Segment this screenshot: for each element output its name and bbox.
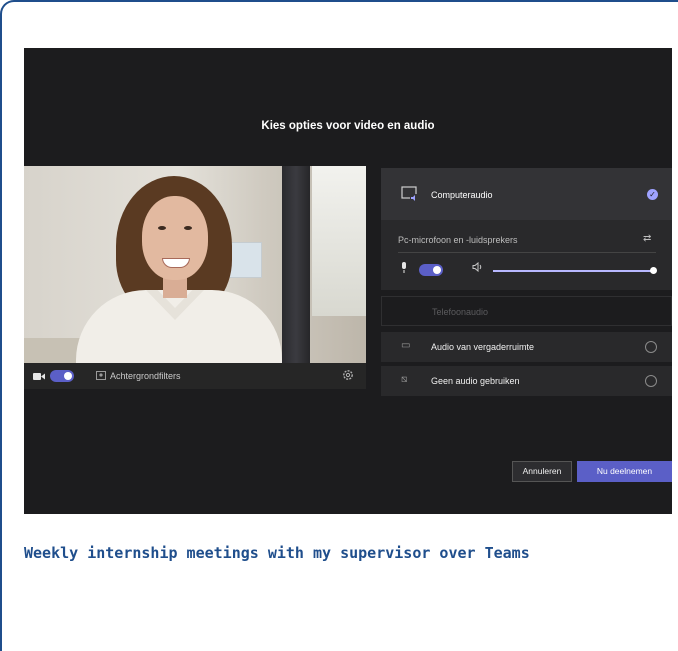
background-filters-button[interactable]: Achtergrondfilters bbox=[110, 371, 181, 381]
phone-audio-option: Telefoonaudio bbox=[381, 296, 672, 326]
camera-icon bbox=[33, 372, 45, 383]
cancel-button[interactable]: Annuleren bbox=[512, 461, 572, 482]
dialog-title: Kies opties voor video en audio bbox=[261, 120, 435, 132]
person-shirt bbox=[76, 290, 282, 363]
speaker-icon bbox=[472, 261, 484, 274]
audio-settings-icon[interactable]: ⇄ bbox=[643, 233, 651, 244]
microphone-icon bbox=[400, 262, 408, 275]
speaker-volume-slider[interactable] bbox=[493, 270, 653, 272]
person-eye bbox=[184, 226, 192, 230]
person-eye bbox=[158, 226, 166, 230]
no-audio-label: Geen audio gebruiken bbox=[431, 376, 520, 386]
divider bbox=[398, 252, 656, 253]
no-audio-icon: ⧅ bbox=[401, 374, 408, 385]
join-now-button[interactable]: Nu deelnemen bbox=[577, 461, 672, 482]
settings-gear-icon[interactable] bbox=[342, 369, 354, 383]
room-audio-radio[interactable] bbox=[645, 341, 657, 353]
phone-audio-label: Telefoonaudio bbox=[432, 307, 489, 317]
room-audio-label: Audio van vergaderruimte bbox=[431, 342, 535, 352]
room-audio-option[interactable]: ▭ Audio van vergaderruimte bbox=[381, 332, 672, 362]
computer-audio-label: Computeraudio bbox=[431, 190, 493, 200]
microphone-toggle[interactable] bbox=[419, 264, 443, 276]
no-audio-radio[interactable] bbox=[645, 375, 657, 387]
window bbox=[312, 166, 366, 316]
computer-audio-option[interactable]: Computeraudio ✓ bbox=[381, 168, 672, 220]
video-preview bbox=[24, 166, 366, 363]
image-caption: Weekly internship meetings with my super… bbox=[24, 544, 530, 562]
volume-slider-handle[interactable] bbox=[650, 267, 657, 274]
computer-audio-icon bbox=[401, 186, 419, 204]
background-filter-icon bbox=[96, 371, 106, 382]
audio-device-settings: Pc-microfoon en -luidsprekers ⇄ bbox=[381, 220, 672, 290]
room-icon: ▭ bbox=[401, 340, 411, 351]
device-label[interactable]: Pc-microfoon en -luidsprekers bbox=[398, 235, 518, 245]
check-icon: ✓ bbox=[647, 189, 658, 200]
curtain bbox=[282, 166, 310, 363]
teams-prejoin-screenshot: Kies opties voor video en audio Achtergr… bbox=[24, 48, 672, 514]
video-controls-bar: Achtergrondfilters bbox=[24, 363, 366, 389]
camera-toggle[interactable] bbox=[50, 370, 74, 382]
no-audio-option[interactable]: ⧅ Geen audio gebruiken bbox=[381, 366, 672, 396]
